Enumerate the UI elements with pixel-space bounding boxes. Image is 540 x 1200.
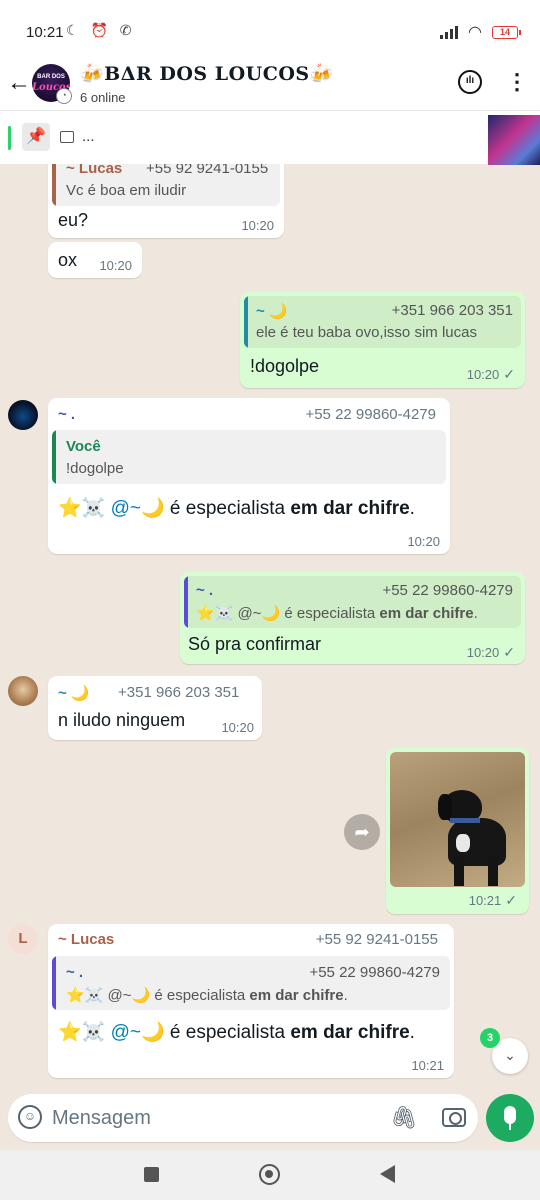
quote-phone: +55 22 99860-4279 bbox=[382, 582, 513, 599]
forward-icon[interactable]: ➦ bbox=[344, 814, 380, 850]
message-bubble[interactable]: ~ Lucas +55 92 9241-0155 Vc é boa em ilu… bbox=[48, 164, 284, 238]
message-text: n iludo ninguem bbox=[58, 710, 186, 730]
quote-phone: +55 92 9241-0155 bbox=[146, 164, 269, 177]
emoji-sticker-icon[interactable]: ☺ bbox=[18, 1105, 42, 1129]
message-time: 10:20 ✓ bbox=[466, 644, 515, 660]
pinned-text: ... bbox=[82, 128, 95, 145]
quote-text: ⭐☠️ @~🌙 é especialista em dar chifre. bbox=[66, 987, 348, 1004]
home-icon[interactable] bbox=[259, 1164, 280, 1185]
community-icon: ◔ bbox=[56, 88, 72, 104]
status-bar: 10:21 ☾ ⏰ ✆ ◠ 14 bbox=[0, 0, 540, 62]
avatar-small-text: BAR DOS bbox=[37, 74, 65, 80]
voice-message-button[interactable] bbox=[486, 1094, 534, 1142]
message-bubble[interactable]: ~ 🌙 +351 966 203 351 ele é teu baba ovo,… bbox=[240, 292, 525, 388]
quote-sender: ~ Lucas bbox=[66, 164, 123, 177]
chat-area[interactable]: ~ Lucas +55 92 9241-0155 Vc é boa em ilu… bbox=[0, 164, 540, 1088]
photo-icon bbox=[60, 131, 74, 143]
back-arrow-icon[interactable]: ← bbox=[6, 68, 32, 98]
message-time: 10:20 bbox=[407, 534, 440, 549]
quote-text: ele é teu baba ovo,isso sim lucas bbox=[256, 324, 477, 341]
quote-text: Vc é boa em iludir bbox=[66, 182, 187, 199]
dog-photo[interactable] bbox=[390, 752, 525, 887]
pin-indicator bbox=[8, 126, 11, 150]
quoted-message[interactable]: ~ Lucas +55 92 9241-0155 Vc é boa em ilu… bbox=[52, 164, 280, 206]
sent-check-icon: ✓ bbox=[505, 892, 517, 908]
attach-icon[interactable]: 🖇 bbox=[390, 1104, 418, 1132]
chat-header: ← BAR DOS Loucos ◔ 🍻BΔR DOS LOUCOS🍻 6 on… bbox=[0, 62, 540, 110]
sender-phone: +55 92 9241-0155 bbox=[315, 931, 438, 948]
mention[interactable]: @~🌙 bbox=[111, 1022, 165, 1043]
status-notification-icons: ☾ ⏰ ✆ bbox=[66, 22, 136, 38]
quote-text: ⭐☠️ @~🌙 é especialista em dar chifre. bbox=[196, 605, 478, 622]
photo-message[interactable]: 10:21 ✓ bbox=[386, 748, 529, 914]
message-time: 10:20 ✓ bbox=[466, 366, 515, 382]
message-bubble[interactable]: ~ . +55 22 99860-4279 ⭐☠️ @~🌙 é especial… bbox=[180, 572, 525, 664]
message-time: 10:21 ✓ bbox=[468, 892, 517, 908]
message-text: eu? bbox=[58, 210, 89, 230]
message-text: Só pra confirmar bbox=[188, 634, 322, 654]
group-online-status: 6 online bbox=[80, 90, 126, 105]
quote-phone: +55 22 99860-4279 bbox=[309, 964, 440, 981]
camera-icon[interactable] bbox=[442, 1108, 466, 1127]
sender-name[interactable]: ~ . bbox=[58, 406, 75, 423]
sender-avatar[interactable] bbox=[8, 400, 38, 430]
voice-chat-icon[interactable]: ılı bbox=[458, 70, 482, 94]
quote-phone: +351 966 203 351 bbox=[391, 302, 513, 319]
wifi-icon: ◠ bbox=[468, 24, 482, 41]
sent-check-icon: ✓ bbox=[503, 644, 515, 660]
status-time: 10:21 bbox=[26, 24, 64, 41]
message-text: ox bbox=[58, 250, 78, 270]
quote-sender: ~ . bbox=[196, 582, 214, 599]
group-title[interactable]: 🍻BΔR DOS LOUCOS🍻 bbox=[80, 62, 334, 85]
mention[interactable]: @~🌙 bbox=[111, 498, 165, 519]
sender-phone: +351 966 203 351 bbox=[118, 684, 240, 701]
more-options-icon[interactable]: ⋮ bbox=[506, 68, 528, 96]
back-triangle-icon[interactable] bbox=[380, 1165, 395, 1183]
quote-sender: ~ 🌙 bbox=[256, 303, 288, 320]
sender-avatar[interactable]: L bbox=[8, 924, 38, 954]
microphone-icon bbox=[504, 1106, 516, 1124]
quoted-message[interactable]: ~ . +55 22 99860-4279 ⭐☠️ @~🌙 é especial… bbox=[52, 956, 450, 1010]
quoted-message[interactable]: ~ 🌙 +351 966 203 351 ele é teu baba ovo,… bbox=[244, 296, 521, 348]
quoted-message[interactable]: Você !dogolpe bbox=[52, 430, 446, 484]
system-navigation-bar bbox=[0, 1150, 540, 1200]
message-bubble[interactable]: ~ . +55 22 99860-4279 Você !dogolpe ⭐☠️ … bbox=[48, 398, 450, 554]
message-bubble[interactable]: ox 10:20 bbox=[48, 242, 142, 278]
sender-phone: +55 22 99860-4279 bbox=[305, 406, 436, 423]
message-time: 10:20 bbox=[99, 258, 132, 273]
quote-text: !dogolpe bbox=[66, 460, 124, 477]
message-time: 10:21 bbox=[411, 1058, 444, 1073]
message-time: 10:20 bbox=[221, 720, 254, 735]
message-text: ⭐☠️ @~🌙 é especialista em dar chifre. bbox=[58, 1022, 415, 1043]
message-text: ⭐☠️ @~🌙 é especialista em dar chifre. bbox=[58, 498, 415, 519]
signal-icon bbox=[440, 25, 459, 39]
status-right-icons: ◠ 14 bbox=[440, 22, 521, 42]
message-bubble[interactable]: ~ 🌙 +351 966 203 351 n iludo ninguem 10:… bbox=[48, 676, 262, 740]
pinned-thumbnail[interactable] bbox=[488, 115, 540, 165]
quote-sender: ~ . bbox=[66, 964, 84, 981]
message-time: 10:20 bbox=[241, 218, 274, 233]
quote-sender: Você bbox=[66, 438, 101, 455]
battery-icon: 14 bbox=[492, 25, 521, 39]
message-input[interactable] bbox=[52, 1103, 372, 1133]
quoted-message[interactable]: ~ . +55 22 99860-4279 ⭐☠️ @~🌙 é especial… bbox=[184, 576, 521, 628]
message-text: !dogolpe bbox=[250, 356, 320, 376]
pinned-message-bar[interactable]: 📌 ... bbox=[0, 110, 540, 165]
sender-name[interactable]: ~ 🌙 bbox=[58, 684, 90, 702]
pin-icon: 📌 bbox=[22, 123, 50, 151]
sent-check-icon: ✓ bbox=[503, 366, 515, 382]
sender-name[interactable]: ~ Lucas bbox=[58, 931, 114, 948]
sender-avatar[interactable] bbox=[8, 676, 38, 706]
unread-count-badge: 3 bbox=[480, 1028, 500, 1048]
recent-apps-icon[interactable] bbox=[144, 1167, 159, 1182]
message-composer: ☺ 🖇 bbox=[8, 1094, 478, 1142]
message-bubble[interactable]: ~ Lucas +55 92 9241-0155 ~ . +55 22 9986… bbox=[48, 924, 454, 1078]
